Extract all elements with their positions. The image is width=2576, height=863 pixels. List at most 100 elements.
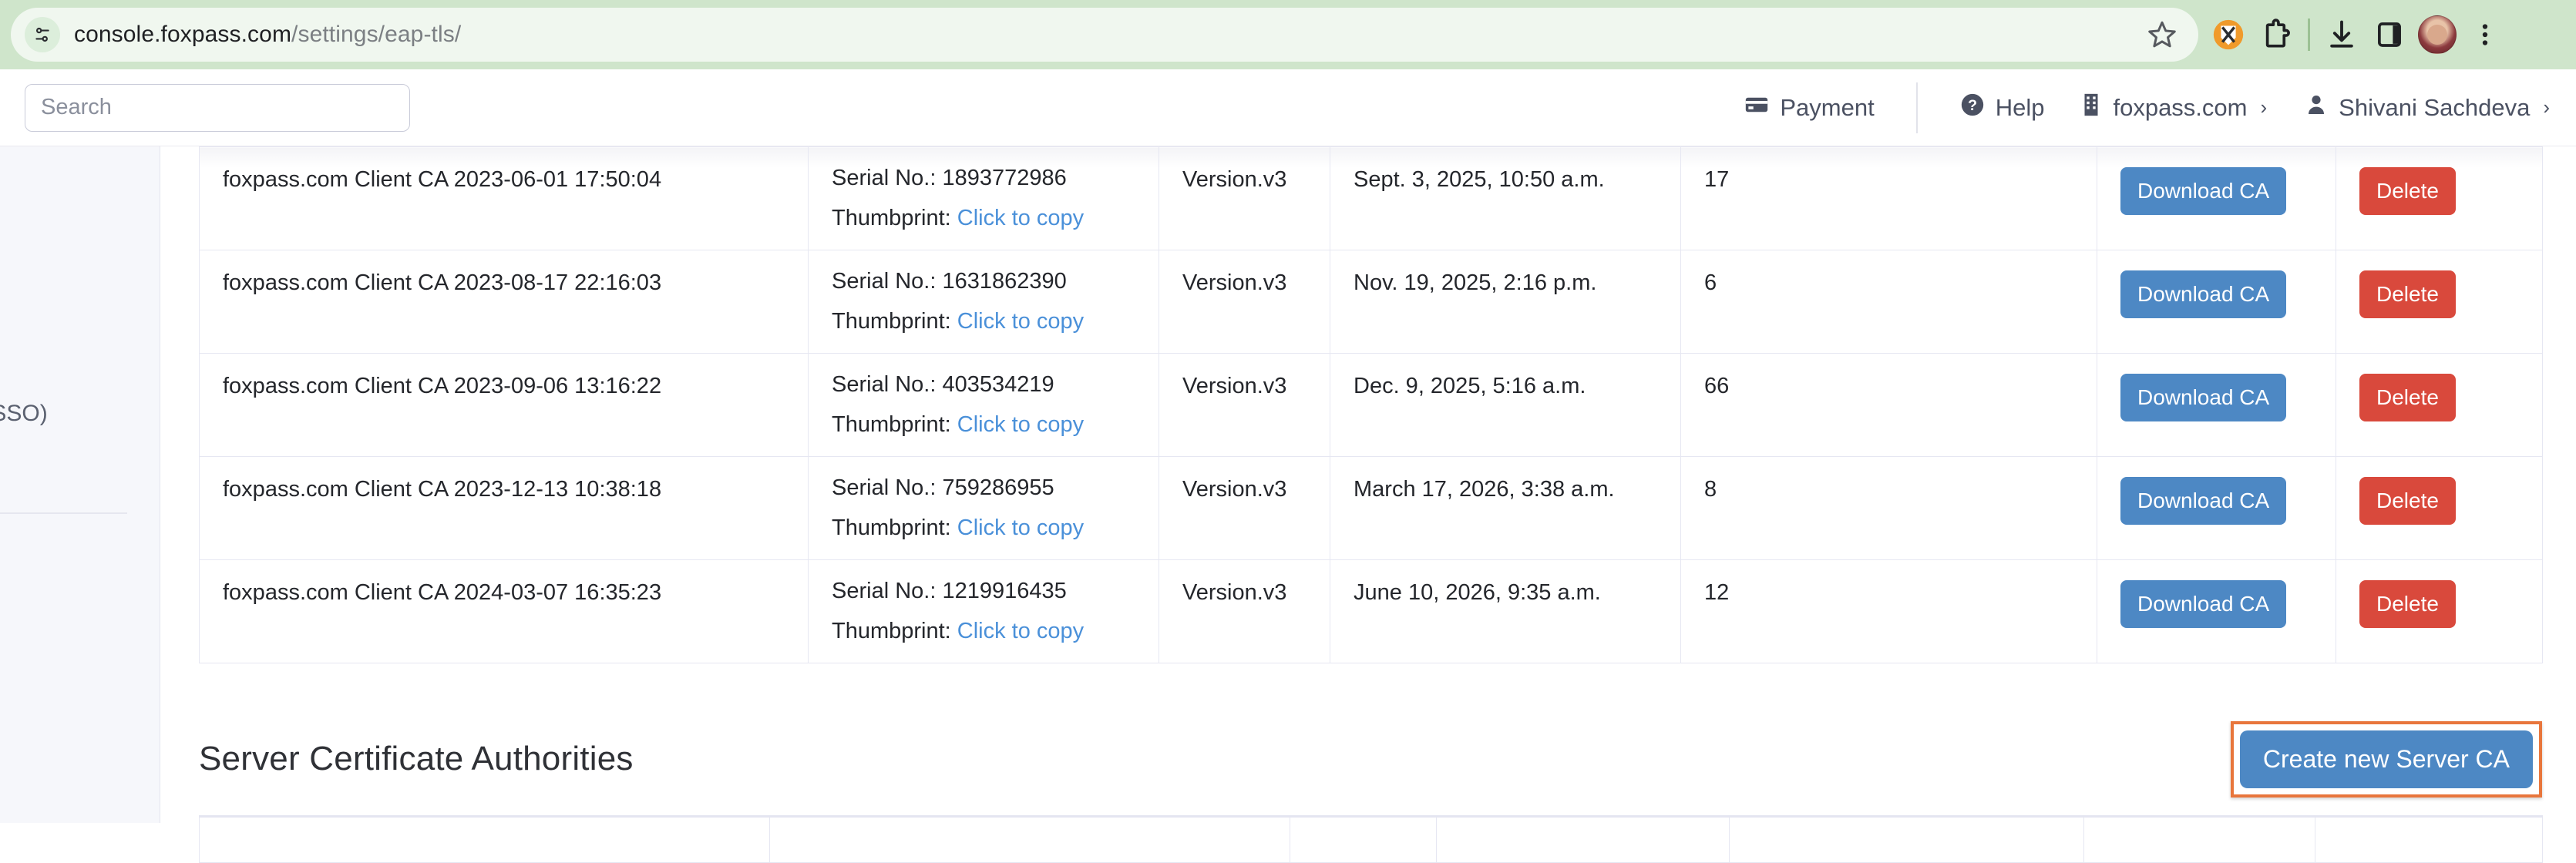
server-ca-cell [769, 815, 1290, 863]
ca-meta-cell: Serial No.: 1893772986 Thumbprint: Click… [808, 146, 1159, 250]
thumbprint-label: Thumbprint: [832, 206, 951, 230]
copy-thumbprint-link[interactable]: Click to copy [957, 309, 1084, 334]
download-icon[interactable] [2318, 11, 2366, 59]
delete-ca-cell: Delete [2336, 559, 2543, 663]
ca-version-cell: Version.v3 [1159, 146, 1330, 250]
ca-count-cell: 6 [1680, 250, 2097, 354]
download-ca-button[interactable]: Download CA [2120, 374, 2287, 421]
delete-ca-cell: Delete [2336, 250, 2543, 354]
ca-count-cell: 8 [1680, 456, 2097, 560]
create-server-ca-highlight: Create new Server CA [2230, 720, 2542, 798]
serial-label: Serial No.: [832, 475, 937, 500]
header-nav: Payment ? Help foxpass.com › Shivani Sac… [1744, 82, 2550, 133]
thumbprint-line: Thumbprint: Click to copy [832, 207, 1135, 230]
download-ca-button[interactable]: Download CA [2120, 167, 2287, 215]
url-host: console.foxpass.com [74, 22, 292, 47]
sidebar-item-single-sign-on[interactable]: On (SSO) [0, 401, 48, 427]
ca-meta-cell: Serial No.: 759286955 Thumbprint: Click … [808, 456, 1159, 560]
app-header: Payment ? Help [0, 69, 2576, 146]
server-ca-cell [1729, 815, 2084, 863]
serial-value: 1631862390 [942, 269, 1067, 294]
copy-thumbprint-link[interactable]: Click to copy [957, 412, 1084, 437]
serial-value: 403534219 [942, 372, 1054, 397]
org-menu[interactable]: foxpass.com › [2080, 92, 2267, 124]
thumbprint-label: Thumbprint: [832, 412, 951, 437]
serial-value: 1893772986 [942, 166, 1067, 190]
star-icon[interactable] [2146, 18, 2178, 51]
download-ca-cell: Download CA [2097, 559, 2336, 663]
client-ca-table: foxpass.com Client CA 2023-06-01 17:50:0… [199, 146, 2543, 663]
ca-expiry-cell: March 17, 2026, 3:38 a.m. [1330, 456, 1681, 560]
question-circle-icon: ? [1959, 92, 1986, 124]
thumbprint-label: Thumbprint: [832, 619, 951, 643]
serial-line: Serial No.: 1631862390 [832, 270, 1135, 293]
org-label: foxpass.com [2113, 93, 2248, 121]
serial-line: Serial No.: 403534219 [832, 374, 1135, 396]
ca-meta-cell: Serial No.: 1631862390 Thumbprint: Click… [808, 250, 1159, 354]
ca-count-cell: 66 [1680, 353, 2097, 457]
credit-card-icon [1744, 92, 1770, 124]
download-ca-button[interactable]: Download CA [2120, 270, 2287, 318]
chevron-right-icon: › [2260, 96, 2268, 119]
copy-thumbprint-link[interactable]: Click to copy [957, 206, 1084, 230]
tune-icon[interactable] [25, 17, 60, 52]
server-ca-cell [199, 815, 770, 863]
download-ca-cell: Download CA [2097, 146, 2336, 250]
serial-value: 1219916435 [942, 579, 1067, 603]
sidebar: On (SSO) [0, 146, 160, 823]
ca-name-cell: foxpass.com Client CA 2023-08-17 22:16:0… [199, 250, 809, 354]
download-ca-button[interactable]: Download CA [2120, 477, 2287, 525]
serial-line: Serial No.: 1219916435 [832, 580, 1135, 603]
server-ca-cell [2083, 815, 2315, 863]
table-row [199, 815, 2543, 863]
delete-ca-button[interactable]: Delete [2359, 580, 2456, 628]
avatar[interactable] [2413, 11, 2461, 59]
ca-version-cell: Version.v3 [1159, 559, 1330, 663]
serial-label: Serial No.: [832, 579, 937, 603]
page-body: On (SSO) foxpass.com Client CA 2023-06-0… [0, 146, 2576, 863]
serial-line: Serial No.: 1893772986 [832, 167, 1135, 190]
create-new-server-ca-button[interactable]: Create new Server CA [2239, 730, 2533, 788]
server-ca-cell [1436, 815, 1730, 863]
delete-ca-cell: Delete [2336, 353, 2543, 457]
payment-link[interactable]: Payment [1744, 92, 1875, 124]
serial-line: Serial No.: 759286955 [832, 477, 1135, 499]
ca-version-cell: Version.v3 [1159, 250, 1330, 354]
server-ca-table [199, 815, 2543, 863]
ca-expiry-cell: Nov. 19, 2025, 2:16 p.m. [1330, 250, 1681, 354]
building-icon [2080, 92, 2103, 124]
ca-meta-cell: Serial No.: 403534219 Thumbprint: Click … [808, 353, 1159, 457]
ca-name-cell: foxpass.com Client CA 2023-06-01 17:50:0… [199, 146, 809, 250]
main-content: foxpass.com Client CA 2023-06-01 17:50:0… [162, 146, 2576, 863]
payment-label: Payment [1780, 93, 1875, 121]
delete-ca-cell: Delete [2336, 456, 2543, 560]
delete-ca-button[interactable]: Delete [2359, 270, 2456, 318]
delete-ca-cell: Delete [2336, 146, 2543, 250]
puzzle-piece-icon[interactable] [2252, 11, 2300, 59]
download-ca-button[interactable]: Download CA [2120, 580, 2287, 628]
user-menu[interactable]: Shivani Sachdeva › [2304, 92, 2550, 124]
ca-expiry-cell: Sept. 3, 2025, 10:50 a.m. [1330, 146, 1681, 250]
sidebar-divider [0, 512, 127, 514]
header-divider [1915, 82, 1918, 133]
copy-thumbprint-link[interactable]: Click to copy [957, 515, 1084, 540]
side-panel-icon[interactable] [2366, 11, 2413, 59]
help-link[interactable]: ? Help [1959, 92, 2044, 124]
server-ca-cell [1290, 815, 1437, 863]
copy-thumbprint-link[interactable]: Click to copy [957, 619, 1084, 643]
adblock-extension-icon[interactable] [2204, 11, 2252, 59]
server-ca-cell [2315, 815, 2543, 863]
toolbar-divider [2308, 18, 2310, 51]
delete-ca-button[interactable]: Delete [2359, 374, 2456, 421]
url-text: console.foxpass.com/settings/eap-tls/ [74, 22, 461, 48]
delete-ca-button[interactable]: Delete [2359, 477, 2456, 525]
address-bar[interactable]: console.foxpass.com/settings/eap-tls/ [11, 8, 2198, 62]
download-ca-cell: Download CA [2097, 353, 2336, 457]
three-dot-menu-icon[interactable] [2461, 11, 2509, 59]
serial-label: Serial No.: [832, 372, 937, 397]
thumbprint-line: Thumbprint: Click to copy [832, 311, 1135, 333]
search-input[interactable] [25, 83, 410, 132]
thumbprint-line: Thumbprint: Click to copy [832, 620, 1135, 643]
delete-ca-button[interactable]: Delete [2359, 167, 2456, 215]
ca-expiry-cell: Dec. 9, 2025, 5:16 a.m. [1330, 353, 1681, 457]
